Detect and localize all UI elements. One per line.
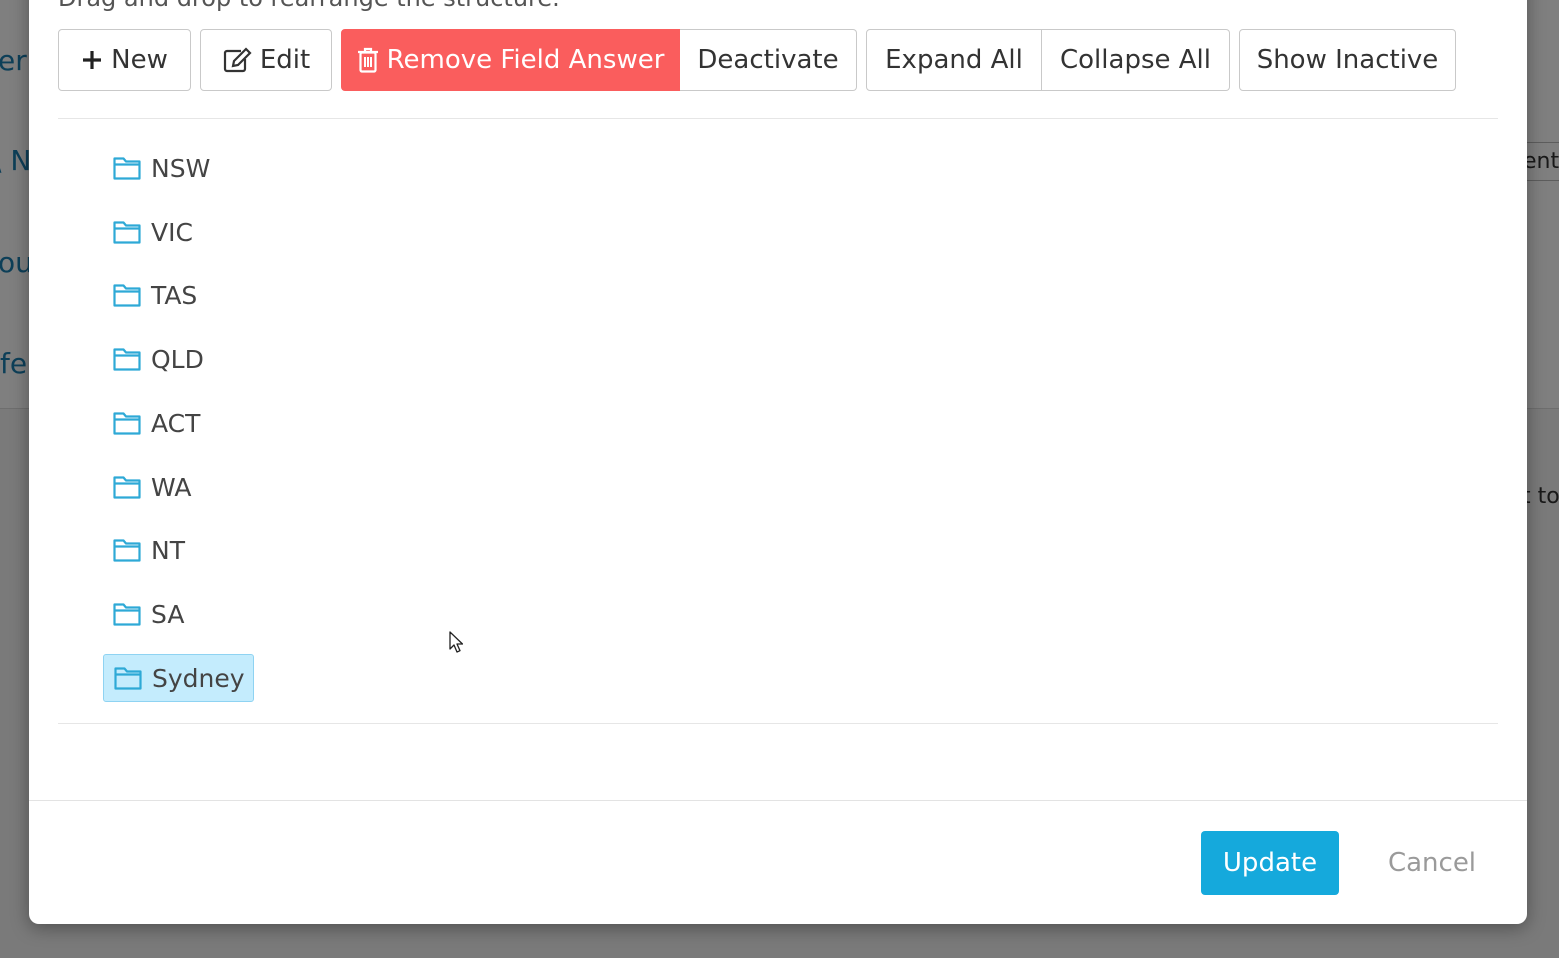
folder-icon — [113, 410, 141, 436]
tree-item-label: VIC — [151, 217, 193, 247]
tree-item-label: TAS — [151, 280, 198, 310]
tree-item-label: Sydney — [152, 663, 245, 693]
tree-item-label: ACT — [151, 408, 201, 438]
folder-icon — [113, 155, 141, 181]
show-inactive-button-label: Show Inactive — [1256, 45, 1439, 75]
collapse-all-button[interactable]: Collapse All — [1042, 29, 1230, 91]
tree-item-label: NT — [151, 535, 185, 565]
tree-item-tas[interactable]: TAS — [103, 271, 205, 319]
folder-icon — [113, 282, 141, 308]
expand-all-button[interactable]: Expand All — [866, 29, 1042, 91]
tree-item-qld[interactable]: QLD — [103, 335, 212, 383]
tree-item-vic[interactable]: VIC — [103, 208, 201, 256]
new-button-label: New — [111, 45, 168, 75]
tree-item-label: NSW — [151, 153, 211, 183]
folder-icon — [114, 665, 142, 691]
show-inactive-button[interactable]: Show Inactive — [1239, 29, 1456, 91]
trash-icon — [357, 47, 379, 73]
tree-item-nsw[interactable]: NSW — [103, 144, 218, 192]
tree-item-sydney[interactable]: Sydney — [103, 654, 254, 702]
edit-icon — [222, 47, 252, 73]
update-button[interactable]: Update — [1201, 831, 1339, 895]
tree-item-nt[interactable]: NT — [103, 526, 193, 574]
tree-item-wa[interactable]: WA — [103, 463, 199, 511]
deactivate-button[interactable]: Deactivate — [680, 29, 857, 91]
folder-icon — [113, 601, 141, 627]
modal-hint-text: Drag and drop to rearrange the structure… — [58, 0, 560, 12]
tree-item-sa[interactable]: SA — [103, 590, 192, 638]
new-button[interactable]: New — [58, 29, 191, 91]
plus-icon — [81, 49, 103, 71]
folder-icon — [113, 219, 141, 245]
tree-item-label: WA — [151, 472, 192, 502]
mouse-cursor-icon — [449, 631, 464, 657]
remove-field-answer-button[interactable]: Remove Field Answer — [341, 29, 680, 91]
cancel-button[interactable]: Cancel — [1369, 831, 1495, 895]
modal-footer-divider — [29, 800, 1527, 801]
divider — [58, 118, 1498, 119]
edit-button[interactable]: Edit — [200, 29, 332, 91]
folder-icon — [113, 537, 141, 563]
collapse-all-button-label: Collapse All — [1060, 45, 1211, 75]
structure-modal: Drag and drop to rearrange the structure… — [29, 0, 1527, 924]
deactivate-button-label: Deactivate — [697, 45, 839, 75]
expand-all-button-label: Expand All — [885, 45, 1023, 75]
folder-icon — [113, 346, 141, 372]
tree-item-label: SA — [151, 599, 185, 629]
tree-item-label: QLD — [151, 344, 204, 374]
folder-icon — [113, 474, 141, 500]
remove-button-label: Remove Field Answer — [386, 45, 665, 75]
tree-item-act[interactable]: ACT — [103, 399, 208, 447]
divider — [58, 723, 1498, 724]
edit-button-label: Edit — [259, 45, 311, 75]
